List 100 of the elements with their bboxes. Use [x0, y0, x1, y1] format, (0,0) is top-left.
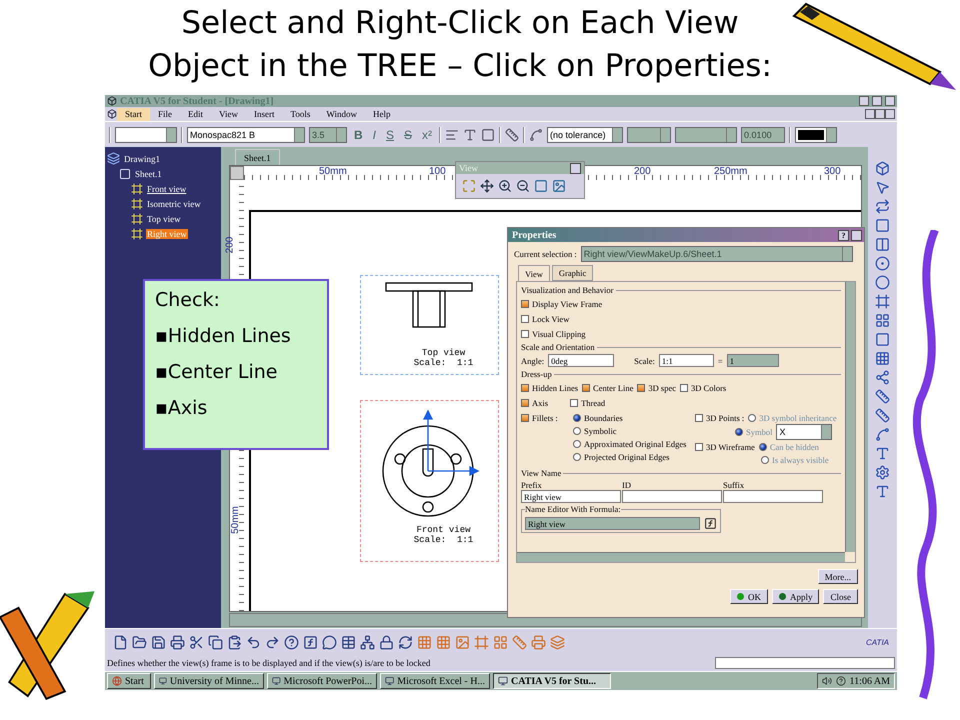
help-button[interactable]: ?	[838, 230, 849, 240]
help-icon[interactable]	[836, 676, 846, 686]
view-frame[interactable]: Top view Scale: 1:1	[360, 275, 499, 375]
cut-icon[interactable]	[189, 634, 204, 650]
suffix-field[interactable]	[723, 490, 823, 503]
checkbox[interactable]: Visual Clipping	[521, 327, 586, 340]
update-icon[interactable]	[875, 199, 890, 214]
checkbox[interactable]: Axis	[521, 396, 548, 409]
tree-item[interactable]: Isometric view	[146, 198, 202, 208]
apply-button[interactable]: Apply	[772, 589, 820, 604]
symbol-dropdown[interactable]: X	[776, 424, 832, 440]
printer-icon[interactable]	[170, 634, 185, 650]
start-button[interactable]: Start	[107, 673, 151, 689]
align-icon[interactable]	[445, 128, 460, 142]
dropdown[interactable]	[675, 126, 738, 142]
dimension-icon[interactable]	[875, 408, 890, 423]
menu-item[interactable]: Tools	[282, 108, 318, 120]
pan-icon[interactable]	[480, 179, 494, 193]
tolerance-dropdown[interactable]: (no tolerance)	[547, 126, 624, 142]
paste-icon[interactable]	[227, 634, 242, 650]
checkbox[interactable]: Lock View	[521, 312, 570, 325]
tree-item[interactable]: Drawing1	[123, 154, 161, 164]
gear-icon[interactable]	[875, 465, 890, 480]
window-icon[interactable]	[385, 676, 394, 686]
checkbox[interactable]: Thread	[570, 396, 606, 409]
menu-item[interactable]: Start	[117, 108, 150, 120]
checkbox[interactable]: Center Line	[582, 381, 634, 394]
menu-item[interactable]: Help	[365, 108, 398, 120]
format-button[interactable]: S	[383, 128, 398, 142]
checkbox[interactable]: 3D spec	[637, 381, 676, 394]
checkbox[interactable]: 3D Colors	[680, 381, 726, 394]
close-button[interactable]	[851, 230, 862, 240]
prefix-field[interactable]: Right view	[521, 490, 621, 503]
checkbox[interactable]: 3D Wireframe	[695, 440, 755, 453]
tree-item[interactable]: Sheet.1	[134, 168, 163, 178]
sheet-tab[interactable]: Sheet.1	[235, 149, 280, 165]
scale-result-field[interactable]: 1	[726, 354, 779, 367]
part-icon[interactable]	[875, 161, 890, 176]
speaker-icon[interactable]	[822, 676, 832, 686]
zoom-in-icon[interactable]	[498, 179, 512, 193]
text-icon[interactable]	[875, 484, 890, 499]
tree-item[interactable]: Top view	[146, 214, 182, 224]
redo-icon[interactable]	[265, 634, 280, 650]
close-button[interactable]	[570, 162, 581, 174]
folder-icon[interactable]	[132, 634, 147, 650]
style-dropdown[interactable]	[115, 126, 177, 142]
angle-field[interactable]: 0deg	[548, 354, 614, 367]
table-icon[interactable]	[875, 351, 890, 366]
picture-icon[interactable]	[552, 179, 566, 193]
tree-root-icon[interactable]	[107, 152, 120, 165]
command-field[interactable]	[715, 657, 895, 669]
taskbar-button[interactable]: Microsoft Excel - H...	[380, 673, 490, 689]
precision-dropdown[interactable]: 0.0100	[741, 126, 786, 142]
taskbar-button[interactable]: University of Minne...	[154, 673, 264, 689]
scale-field[interactable]: 1:1	[658, 354, 714, 367]
more-button[interactable]: More...	[818, 569, 858, 584]
refresh-icon[interactable]	[398, 634, 413, 650]
vertical-scrollbar[interactable]	[845, 282, 855, 552]
view-frame[interactable]: Front view Scale: 1:1	[360, 400, 499, 562]
radio-button[interactable]: Approximated Original Edges	[573, 437, 686, 450]
dimension-icon[interactable]	[875, 389, 890, 404]
sheet-icon[interactable]	[119, 168, 131, 180]
menu-item[interactable]: View	[211, 108, 246, 120]
dropdown[interactable]	[627, 126, 672, 142]
new-file-icon[interactable]	[113, 634, 128, 650]
checkbox[interactable]: 3D Points :	[695, 411, 744, 424]
checkbox[interactable]: Fillets :	[521, 411, 558, 424]
window-icon[interactable]	[272, 676, 281, 686]
id-field[interactable]	[622, 490, 722, 503]
tab[interactable]: View	[518, 265, 550, 281]
menu-item[interactable]: Window	[318, 108, 365, 120]
font-dropdown[interactable]: Monospac821 B	[187, 126, 305, 142]
taskbar-button[interactable]: Microsoft PowerPoi...	[267, 673, 377, 689]
radio-button[interactable]: Symbolic	[573, 424, 617, 437]
selection-dropdown[interactable]: Right view/ViewMakeUp.6/Sheet.1	[580, 246, 853, 262]
format-button[interactable]: x²	[419, 128, 436, 142]
menu-item[interactable]: Insert	[246, 108, 282, 120]
text-icon[interactable]	[463, 128, 478, 142]
checkbox[interactable]: Display View Frame	[521, 297, 602, 310]
menu-item[interactable]: File	[150, 108, 180, 120]
leader-icon[interactable]	[529, 128, 544, 142]
radio-button[interactable]: Projected Original Edges	[573, 450, 670, 463]
network-icon[interactable]	[360, 634, 375, 650]
font-size-dropdown[interactable]: 3.5	[309, 126, 347, 142]
lock-icon[interactable]	[379, 634, 394, 650]
color-dropdown[interactable]	[795, 126, 838, 142]
ok-button[interactable]: OK	[730, 589, 768, 604]
formula-icon[interactable]	[303, 634, 318, 650]
curve-icon[interactable]	[875, 427, 890, 442]
window-icon[interactable]	[498, 676, 508, 686]
format-button[interactable]: S	[401, 128, 416, 142]
tree-item[interactable]: Front view	[146, 184, 188, 194]
undo-icon[interactable]	[246, 634, 261, 650]
checkbox[interactable]: Hidden Lines	[521, 381, 578, 394]
table-icon[interactable]	[341, 634, 356, 650]
format-button[interactable]: B	[351, 128, 366, 142]
help-icon[interactable]	[284, 634, 299, 650]
menu-item[interactable]: Edit	[180, 108, 212, 120]
save-icon[interactable]	[151, 634, 166, 650]
formula-field[interactable]: Right view	[525, 517, 700, 530]
